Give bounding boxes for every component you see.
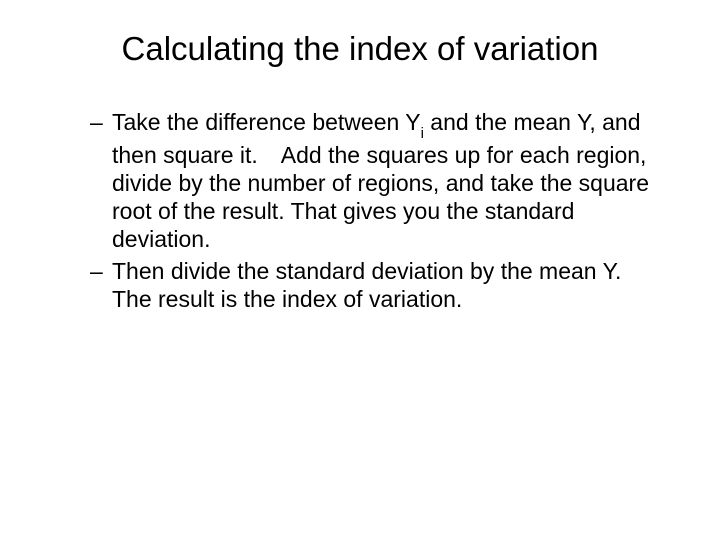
bullet-item: Then divide the standard deviation by th…	[90, 257, 660, 313]
subscript: i	[421, 125, 424, 142]
slide-title: Calculating the index of variation	[50, 30, 670, 68]
bullet-text: Then divide the standard deviation by th…	[112, 258, 644, 312]
bullet-item: Take the difference between Yi and the m…	[90, 108, 660, 253]
slide-body: Take the difference between Yi and the m…	[50, 108, 670, 313]
bullet-text-pre: Take the difference between Y	[112, 109, 421, 135]
